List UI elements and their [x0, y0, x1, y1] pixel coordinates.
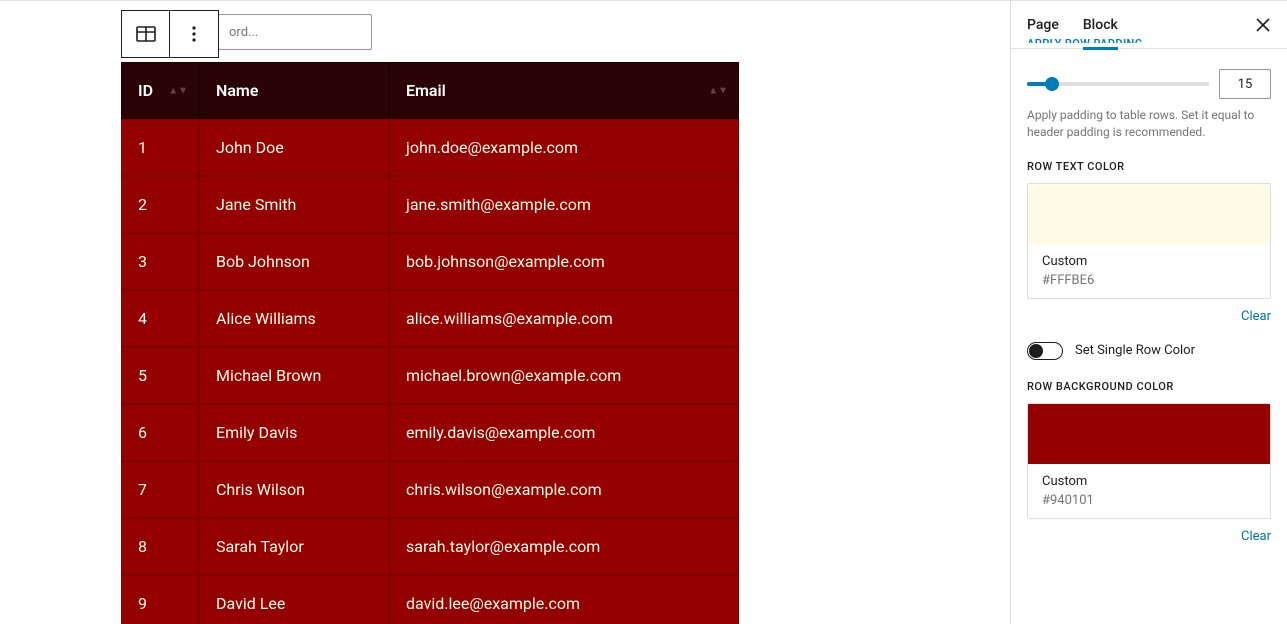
row-text-color-clear[interactable]: Clear — [1241, 309, 1271, 324]
cell-name[interactable]: Chris Wilson — [199, 461, 389, 518]
cell-id[interactable]: 4 — [121, 290, 199, 347]
sort-icon: ▲▼ — [708, 85, 728, 96]
data-table: ID ▲▼ Name Email ▲▼ 1John Doejohn.doe@ex… — [121, 62, 739, 624]
col-header-email-label: Email — [406, 81, 446, 100]
cell-name[interactable]: Emily Davis — [199, 404, 389, 461]
cell-id[interactable]: 1 — [121, 119, 199, 176]
cell-id[interactable]: 2 — [121, 176, 199, 233]
table-row: 4Alice Williamsalice.williams@example.co… — [121, 290, 739, 347]
cell-email[interactable]: chris.wilson@example.com — [389, 461, 739, 518]
cell-id[interactable]: 3 — [121, 233, 199, 290]
table-row: 8Sarah Taylorsarah.taylor@example.com — [121, 518, 739, 575]
cell-email[interactable]: sarah.taylor@example.com — [389, 518, 739, 575]
settings-sidebar: Page Block APPLY ROW PADDING 15 Apply pa… — [1010, 1, 1287, 624]
cell-name[interactable]: John Doe — [199, 119, 389, 176]
table-row: 5Michael Brownmichael.brown@example.com — [121, 347, 739, 404]
custom-label: Custom — [1042, 474, 1256, 489]
block-more-options-button[interactable] — [170, 11, 218, 57]
table-row: 1John Doejohn.doe@example.com — [121, 119, 739, 176]
search-input[interactable]: ord... — [218, 14, 372, 50]
cell-id[interactable]: 8 — [121, 518, 199, 575]
row-bg-color-label: ROW BACKGROUND COLOR — [1027, 380, 1271, 393]
col-header-name-label: Name — [216, 81, 258, 100]
cell-email[interactable]: david.lee@example.com — [389, 575, 739, 624]
row-bg-color-picker[interactable]: Custom #940101 — [1027, 403, 1271, 519]
col-header-email[interactable]: Email ▲▼ — [389, 62, 739, 119]
table-header-row: ID ▲▼ Name Email ▲▼ — [121, 62, 739, 119]
table-row: 2Jane Smithjane.smith@example.com — [121, 176, 739, 233]
row-bg-color-swatch — [1028, 404, 1270, 464]
cell-id[interactable]: 6 — [121, 404, 199, 461]
cell-email[interactable]: jane.smith@example.com — [389, 176, 739, 233]
table-row: 6Emily Davisemily.davis@example.com — [121, 404, 739, 461]
row-padding-slider[interactable] — [1027, 82, 1209, 86]
row-padding-control: 15 — [1027, 69, 1271, 99]
cell-email[interactable]: john.doe@example.com — [389, 119, 739, 176]
cell-id[interactable]: 7 — [121, 461, 199, 518]
row-text-color-label: ROW TEXT COLOR — [1027, 160, 1271, 173]
custom-label: Custom — [1042, 254, 1256, 269]
col-header-id-label: ID — [138, 81, 153, 100]
row-text-color-swatch — [1028, 184, 1270, 244]
cell-email[interactable]: bob.johnson@example.com — [389, 233, 739, 290]
row-text-color-meta: Custom #FFFBE6 — [1028, 244, 1270, 298]
block-type-button[interactable] — [122, 11, 170, 57]
close-icon — [1253, 15, 1273, 35]
table-body: 1John Doejohn.doe@example.com2Jane Smith… — [121, 119, 739, 624]
cell-email[interactable]: alice.williams@example.com — [389, 290, 739, 347]
row-padding-input[interactable]: 15 — [1219, 69, 1271, 99]
sort-icon: ▲▼ — [168, 85, 188, 96]
single-row-color-toggle[interactable] — [1027, 342, 1063, 360]
panel-body: APPLY ROW PADDING 15 Apply padding to ta… — [1011, 43, 1287, 578]
cell-name[interactable]: Jane Smith — [199, 176, 389, 233]
table-row: 3Bob Johnsonbob.johnson@example.com — [121, 233, 739, 290]
cell-email[interactable]: michael.brown@example.com — [389, 347, 739, 404]
col-header-id[interactable]: ID ▲▼ — [121, 62, 199, 119]
block-toolbar — [121, 10, 219, 58]
slider-thumb[interactable] — [1045, 77, 1059, 91]
row-bg-color-meta: Custom #940101 — [1028, 464, 1270, 518]
row-text-color-hex: #FFFBE6 — [1042, 273, 1256, 288]
editor-canvas: ord... ID ▲▼ Name Email ▲▼ 1John Doejohn… — [0, 2, 1010, 624]
cell-name[interactable]: Sarah Taylor — [199, 518, 389, 575]
cell-name[interactable]: Michael Brown — [199, 347, 389, 404]
cell-id[interactable]: 9 — [121, 575, 199, 624]
row-bg-color-clear[interactable]: Clear — [1241, 529, 1271, 544]
single-row-color-row: Set Single Row Color — [1027, 342, 1271, 360]
table-row: 9David Leedavid.lee@example.com — [121, 575, 739, 624]
cell-name[interactable]: Bob Johnson — [199, 233, 389, 290]
col-header-name[interactable]: Name — [199, 62, 389, 119]
row-bg-color-hex: #940101 — [1042, 493, 1256, 508]
row-padding-help: Apply padding to table rows. Set it equa… — [1027, 107, 1271, 142]
cell-name[interactable]: Alice Williams — [199, 290, 389, 347]
search-placeholder: ord... — [229, 25, 258, 40]
table-icon — [134, 22, 158, 46]
single-row-color-label: Set Single Row Color — [1075, 343, 1195, 358]
kebab-icon — [182, 22, 206, 46]
table-row: 7Chris Wilsonchris.wilson@example.com — [121, 461, 739, 518]
cell-id[interactable]: 5 — [121, 347, 199, 404]
row-text-color-picker[interactable]: Custom #FFFBE6 — [1027, 183, 1271, 299]
cell-email[interactable]: emily.davis@example.com — [389, 404, 739, 461]
cell-name[interactable]: David Lee — [199, 575, 389, 624]
row-padding-heading: APPLY ROW PADDING — [1027, 35, 1271, 43]
